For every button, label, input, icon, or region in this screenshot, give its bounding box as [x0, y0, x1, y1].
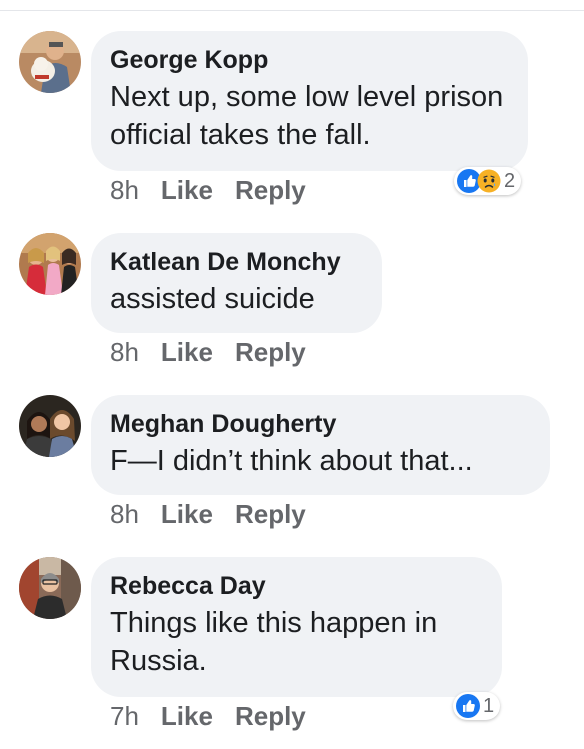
comment-timestamp[interactable]: 8h: [110, 499, 139, 529]
comment-actions: 8h Like Reply: [110, 175, 306, 205]
reply-button[interactable]: Reply: [235, 499, 306, 529]
comment-bubble: Rebecca Day Things like this happen in R…: [91, 557, 502, 697]
top-divider: [0, 10, 584, 11]
avatar[interactable]: [19, 395, 81, 457]
avatar[interactable]: [19, 233, 81, 295]
comment-bubble: George Kopp Next up, some low level pris…: [91, 31, 528, 171]
reply-button[interactable]: Reply: [235, 701, 306, 731]
comment-author[interactable]: Katlean De Monchy: [110, 247, 363, 277]
like-icon: [456, 694, 480, 718]
comment-text: F—I didn’t think about that...: [110, 445, 473, 477]
reaction-count: 2: [504, 169, 516, 192]
sad-icon: [477, 169, 501, 193]
avatar[interactable]: [19, 31, 81, 93]
comment-timestamp[interactable]: 8h: [110, 337, 139, 367]
comment-text: Next up, some low level prison official …: [110, 81, 504, 151]
comment-bubble: Katlean De Monchy assisted suicide: [91, 233, 382, 333]
comment-timestamp[interactable]: 7h: [110, 701, 139, 731]
comment-text: assisted suicide: [110, 283, 315, 315]
like-button[interactable]: Like: [161, 701, 213, 731]
reaction-count: 1: [483, 694, 495, 717]
like-button[interactable]: Like: [161, 175, 213, 205]
reaction-summary[interactable]: 2: [454, 167, 522, 195]
comment-text: Things like this happen in Russia.: [110, 607, 438, 677]
like-button[interactable]: Like: [161, 499, 213, 529]
comment-author[interactable]: Meghan Dougherty: [110, 409, 531, 439]
comment-author[interactable]: Rebecca Day: [110, 571, 483, 601]
like-button[interactable]: Like: [161, 337, 213, 367]
comment-actions: 8h Like Reply: [110, 337, 306, 367]
comment-author[interactable]: George Kopp: [110, 45, 509, 75]
comment-actions: 7h Like Reply: [110, 701, 306, 731]
comment-bubble: Meghan Dougherty F—I didn’t think about …: [91, 395, 550, 495]
reply-button[interactable]: Reply: [235, 175, 306, 205]
reply-button[interactable]: Reply: [235, 337, 306, 367]
comment-timestamp[interactable]: 8h: [110, 175, 139, 205]
comment-actions: 8h Like Reply: [110, 499, 306, 529]
reaction-summary[interactable]: 1: [453, 692, 501, 720]
avatar[interactable]: [19, 557, 81, 619]
